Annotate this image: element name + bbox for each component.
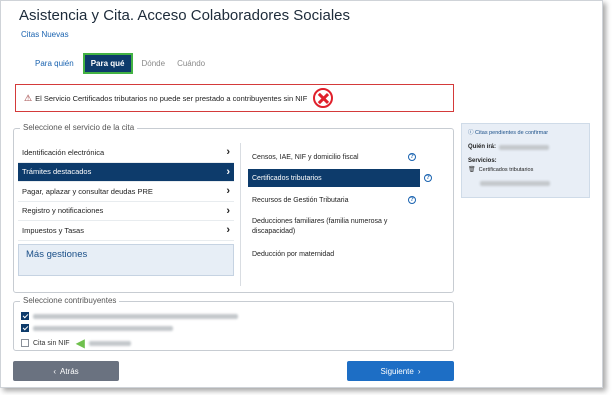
category-label: Registro y notificaciones [22,206,104,216]
who-row: Quién irá: [468,144,583,150]
service-option[interactable]: Censos, IAE, NIF y domicilio fiscal ? [248,147,420,167]
info-icon: ⓘ [468,130,474,136]
service-option[interactable]: Deducciones familiares (familia numerosa… [248,214,420,240]
contributors-fieldset: Seleccione contribuyentes Cita sin NIF ◀ [13,296,454,351]
panel-title: ⓘ Citas pendientes de confirmar [468,130,549,136]
red-x-circle-icon [313,88,334,108]
category-item[interactable]: Registro y notificaciones › [18,202,234,221]
category-label: Pagar, aplazar y consultar deudas PRE [22,186,153,196]
service-legend: Seleccione el servicio de la cita [20,123,138,132]
chevron-left-icon: ‹ [53,366,56,376]
help-icon[interactable]: ? [408,153,416,161]
redacted-contributor [33,313,238,319]
service-fieldset: Seleccione el servicio de la cita Identi… [13,123,454,293]
back-button[interactable]: ‹ Atrás [13,361,119,381]
category-list: Identificación electrónica › Trámites de… [18,143,234,241]
warning-icon: ⚠ [24,92,33,103]
step-tabs: Para quién Para qué Dónde Cuándo [29,53,211,74]
category-item[interactable]: Pagar, aplazar y consultar deudas PRE › [18,182,234,202]
service-row: 🗑 Certificados tributarios [468,166,583,174]
redacted-contributor [33,325,173,331]
option-label: Recursos de Gestión Tributaria [252,196,349,204]
service-option-active[interactable]: Certificados tributarios ? [248,169,432,187]
service-option[interactable]: Deducción por maternidad [248,246,420,262]
who-label: Quién irá: [468,144,497,150]
citas-nuevas-link[interactable]: Citas Nuevas [21,30,69,39]
category-label: Identificación electrónica [22,147,105,157]
redacted-service-detail [480,181,550,186]
redacted-name [499,144,550,150]
next-label: Siguiente [380,366,414,376]
column-divider [240,143,241,286]
tab-para-quien[interactable]: Para quién [29,56,80,71]
pending-appointments-panel: ⓘ Citas pendientes de confirmar Quién ir… [461,123,590,198]
contributors-legend: Seleccione contribuyentes [20,296,120,305]
category-label: Trámites destacados [22,167,92,177]
option-label: Deducción por maternidad [252,250,335,258]
chevron-right-icon: › [226,224,230,237]
category-item[interactable]: Impuestos y Tasas › [18,221,234,241]
contributor-row[interactable] [21,324,173,332]
chevron-right-icon: › [226,146,230,159]
more-gestiones-button[interactable]: Más gestiones [18,244,234,276]
next-button[interactable]: Siguiente › [347,361,454,381]
contributor-checkbox[interactable] [21,312,29,320]
alert-message: El Servicio Certificados tributarios no … [35,93,308,103]
help-icon[interactable]: ? [424,174,432,182]
tab-cuando[interactable]: Cuándo [171,56,211,71]
services-label: Servicios: [468,158,497,164]
service-option[interactable]: Recursos de Gestión Tributaria ? [248,190,420,210]
back-label: Atrás [60,366,79,376]
error-alert: ⚠ El Servicio Certificados tributarios n… [15,84,454,112]
chevron-right-icon: › [226,165,230,178]
page-title: Asistencia y Cita. Acceso Colaboradores … [19,7,350,24]
option-label: Censos, IAE, NIF y domicilio fiscal [252,153,359,161]
category-label: Impuestos y Tasas [22,225,84,235]
chevron-right-icon: › [226,185,230,198]
service-options: Censos, IAE, NIF y domicilio fiscal ? Ce… [248,143,432,262]
contributor-checkbox[interactable] [21,324,29,332]
contributor-row[interactable] [21,312,238,320]
chevron-right-icon: › [226,204,230,217]
redacted-contributor [88,340,131,346]
category-item-active[interactable]: Trámites destacados › [18,162,234,182]
tab-donde[interactable]: Dónde [136,56,172,71]
service-item: Certificados tributarios [478,166,534,173]
option-label: Deducciones familiares (familia numerosa… [252,217,388,235]
contributor-checkbox[interactable] [21,339,29,347]
help-icon[interactable]: ? [408,196,416,204]
green-arrow-icon: ◀ [75,336,85,350]
tab-para-que[interactable]: Para qué [82,53,133,74]
window: Asistencia y Cita. Acceso Colaboradores … [0,0,603,388]
trash-icon[interactable]: 🗑 [468,166,476,173]
category-item[interactable]: Identificación electrónica › [18,143,234,163]
no-nif-label: Cita sin NIF [33,339,70,347]
option-label: Certificados tributarios [252,174,322,182]
chevron-right-icon: › [417,366,421,376]
contributor-row[interactable]: Cita sin NIF ◀ [21,336,131,350]
